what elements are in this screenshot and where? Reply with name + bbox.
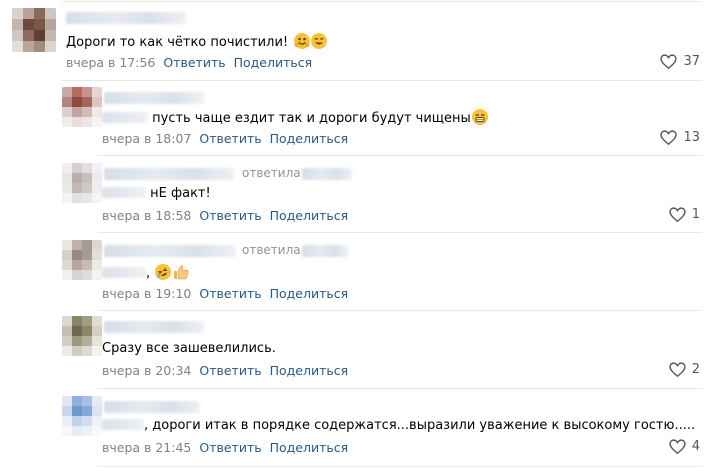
comment-date[interactable]: вчера в 18:58 (102, 208, 191, 223)
reply-to-name[interactable] (102, 112, 148, 123)
reply-to-name[interactable] (102, 267, 146, 278)
avatar[interactable] (62, 87, 102, 127)
avatar[interactable] (62, 163, 102, 203)
author-name[interactable] (104, 168, 234, 180)
comment-meta: вчера в 20:34 Ответить Поделиться (102, 363, 348, 378)
replied-to-name[interactable] (302, 168, 352, 180)
author-name[interactable] (104, 245, 236, 257)
avatar[interactable] (62, 396, 102, 436)
comment-date[interactable]: вчера в 19:10 (102, 286, 191, 301)
heart-outline-icon (660, 54, 678, 69)
avatar[interactable] (62, 240, 102, 280)
comment-meta: вчера в 18:58 Ответить Поделиться (102, 208, 348, 223)
comment-meta: вчера в 18:07 Ответить Поделиться (102, 131, 348, 146)
avatar[interactable] (62, 316, 102, 356)
like-button[interactable]: 1 (669, 207, 700, 222)
comment-text: пусть чаще ездит так и дороги будут чище… (102, 109, 488, 126)
divider (98, 310, 702, 311)
comment-text: нЕ факт! (102, 186, 211, 201)
comment-meta: вчера в 21:45 Ответить Поделиться (102, 440, 348, 455)
avatar[interactable] (12, 8, 56, 52)
comment-date[interactable]: вчера в 20:34 (102, 363, 191, 378)
author-name[interactable] (104, 401, 200, 413)
heart-outline-icon (669, 362, 686, 377)
reply-to-name[interactable] (102, 419, 144, 430)
share-button[interactable]: Поделиться (270, 440, 349, 455)
comment-meta: вчера в 19:10 Ответить Поделиться (102, 286, 348, 301)
heart-outline-icon (660, 130, 678, 145)
divider (62, 80, 702, 81)
like-count: 37 (683, 54, 700, 69)
comment-date[interactable]: вчера в 17:56 (66, 55, 155, 70)
reply-button[interactable]: Ответить (199, 208, 261, 223)
like-button[interactable]: 4 (669, 439, 700, 454)
replied-to-name[interactable] (302, 245, 348, 257)
like-button[interactable]: 2 (669, 362, 700, 377)
share-button[interactable]: Поделиться (234, 55, 313, 70)
reply-button[interactable]: Ответить (199, 131, 261, 146)
divider (98, 388, 702, 389)
grinning-face-emoji-icon (471, 109, 488, 125)
like-count: 13 (683, 130, 700, 145)
replied-label: ответила (242, 243, 301, 257)
reply-button[interactable]: Ответить (163, 55, 225, 70)
share-button[interactable]: Поделиться (270, 131, 349, 146)
reply-button[interactable]: Ответить (199, 363, 261, 378)
hugging-face-emoji-icon (294, 33, 311, 49)
reply-button[interactable]: Ответить (199, 440, 261, 455)
share-button[interactable]: Поделиться (270, 363, 349, 378)
thumbs-up-emoji-icon (173, 264, 189, 284)
divider (98, 466, 702, 467)
comment-text: , (102, 261, 189, 284)
smiling-face-emoji-icon (311, 33, 328, 49)
comment-meta: вчера в 17:56 Ответить Поделиться (66, 55, 312, 70)
heart-outline-icon (669, 207, 686, 222)
like-button[interactable]: 37 (660, 54, 700, 69)
like-count: 1 (691, 207, 700, 222)
author-name[interactable] (66, 12, 186, 24)
share-button[interactable]: Поделиться (270, 208, 349, 223)
comment-text: Сразу все зашевелились. (102, 341, 276, 356)
divider (98, 155, 702, 156)
divider (98, 232, 702, 233)
share-button[interactable]: Поделиться (270, 286, 349, 301)
author-name[interactable] (104, 92, 204, 104)
like-button[interactable]: 13 (660, 130, 700, 145)
like-count: 4 (691, 439, 700, 454)
reply-button[interactable]: Ответить (199, 286, 261, 301)
divider (62, 1, 702, 2)
comment-text: Дороги то как чётко почистили! (66, 33, 328, 50)
author-name[interactable] (104, 321, 204, 333)
comment-date[interactable]: вчера в 18:07 (102, 131, 191, 146)
reply-to-name[interactable] (102, 187, 146, 198)
replied-label: ответила (242, 166, 301, 180)
comment-date[interactable]: вчера в 21:45 (102, 440, 191, 455)
comment-text: , дороги итак в порядке содержатся...выр… (102, 418, 695, 433)
rolling-laughing-emoji-icon (152, 261, 174, 283)
heart-outline-icon (669, 439, 686, 454)
like-count: 2 (691, 362, 700, 377)
